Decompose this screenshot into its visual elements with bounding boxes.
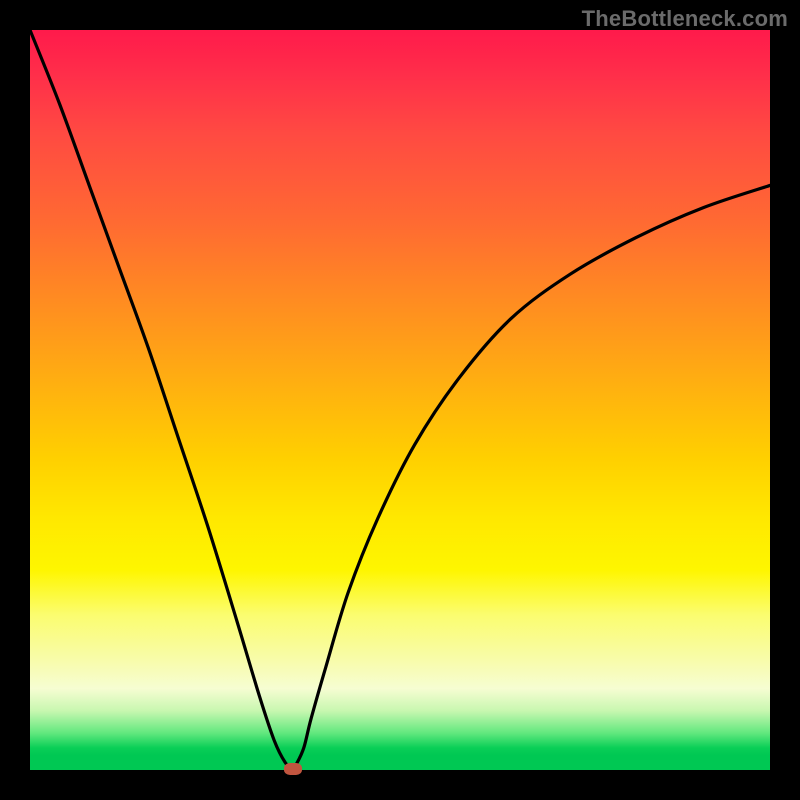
bottleneck-curve-path	[30, 30, 770, 769]
bottleneck-curve-svg	[30, 30, 770, 770]
watermark-label: TheBottleneck.com	[582, 6, 788, 32]
chart-frame	[30, 30, 770, 770]
curve-minimum-marker	[284, 763, 302, 775]
